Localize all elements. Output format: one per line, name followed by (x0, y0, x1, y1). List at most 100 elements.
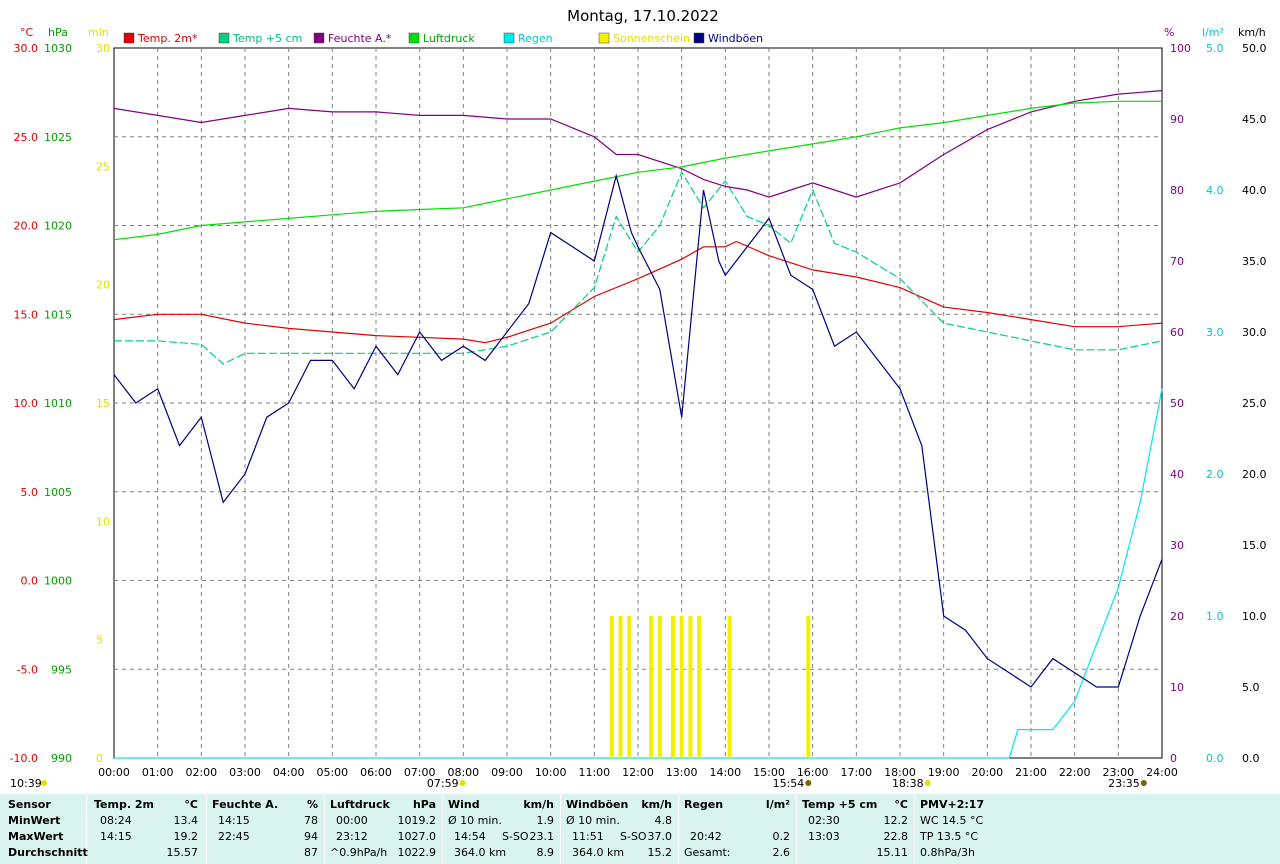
axis-tick-hum: 20 (1170, 610, 1184, 623)
axis-tick-time: 22:00 (1059, 766, 1091, 779)
axis-tick-pressure: 995 (51, 663, 72, 676)
stats-value: 1022.9 (397, 846, 437, 859)
axis-tick-time: 01:00 (142, 766, 174, 779)
stats-time: Ø 10 min. (566, 814, 620, 827)
axis-tick-temp: 5.0 (21, 486, 39, 499)
sunshine-bar (657, 616, 662, 758)
axis-tick-time: 21:00 (1015, 766, 1047, 779)
axis-tick-hum: 60 (1170, 326, 1184, 339)
stats-header-press: Luftdruck (330, 798, 390, 811)
axis-tick-sun: 15 (96, 397, 110, 410)
stats-value: 2.6 (772, 846, 791, 859)
axis-tick-wind: 10.0 (1242, 610, 1267, 623)
stats-col-pmv: PMV+2:17 WC 14.5 °C TP 13.5 °C 0.8hPa/3h (914, 794, 1034, 864)
axis-tick-time: 04:00 (273, 766, 305, 779)
stats-time: 14:15 (218, 814, 250, 827)
stats-pmv-wc: WC 14.5 °C (920, 814, 984, 827)
axis-tick-hum: 40 (1170, 468, 1184, 481)
sunshine-bar (688, 616, 693, 758)
axis-tick-rain: 1.0 (1206, 610, 1224, 623)
stats-col-rain: Regen l/m² 20:42 0.2 Gesamt: 2.6 (678, 794, 797, 864)
axis-tick-temp: 0.0 (21, 575, 39, 588)
stats-col-hum: Feuchte A. % 14:15 78 22:45 94 87 (206, 794, 325, 864)
axis-tick-hum: 10 (1170, 681, 1184, 694)
stats-time: 23:12 (336, 830, 368, 843)
weather-chart: Montag, 17.10.2022 Temp. 2m* Temp +5 cm Fe… (10, 7, 1267, 790)
axis-tick-wind: 40.0 (1242, 184, 1267, 197)
axis-tick-pressure: 1010 (44, 397, 72, 410)
marker-dot (805, 780, 812, 786)
legend: Temp. 2m* Temp +5 cm Feuchte A.* Luftdruck R… (123, 32, 763, 45)
stats-row-label: Durchschnitt (8, 846, 88, 859)
axis-tick-time: 20:00 (971, 766, 1003, 779)
stats-value: 23.1 (529, 830, 555, 843)
marker-dot (1140, 780, 1147, 786)
axis-tick-wind: 15.0 (1242, 539, 1267, 552)
axis-tick-time: 00:00 (98, 766, 130, 779)
stats-distance: 364.0 km (572, 846, 625, 859)
axis-tick-hum: 70 (1170, 255, 1184, 268)
stats-value: 94 (304, 830, 318, 843)
legend-label: Sonnenschein (613, 32, 690, 45)
axis-tick-hum: 30 (1170, 539, 1184, 552)
legend-swatch (408, 32, 420, 44)
axis-tick-time: 05:00 (316, 766, 348, 779)
axis-tick-sun: 20 (96, 279, 110, 292)
sunshine-bar (679, 616, 684, 758)
legend-swatch (218, 32, 230, 44)
stats-time: 00:00 (336, 814, 368, 827)
sunshine-bar (670, 616, 675, 758)
axis-unit-temp: °C (20, 26, 34, 39)
stats-unit-t5: °C (894, 798, 908, 811)
axis-tick-time: 09:00 (491, 766, 523, 779)
axis-tick-sun: 25 (96, 160, 110, 173)
axis-tick-time: 19:00 (928, 766, 960, 779)
stats-total-label: Gesamt: (684, 846, 731, 859)
axis-tick-rain: 3.0 (1206, 326, 1224, 339)
marker-time: 18:38 (892, 777, 924, 790)
stats-value: 1019.2 (397, 814, 437, 827)
stats-header-wind: Wind (448, 798, 480, 811)
stats-row-label: MaxWert (8, 830, 64, 843)
stats-direction: S-SO (620, 830, 647, 843)
stats-value: 78 (304, 814, 318, 827)
axis-unit-hum: % (1164, 26, 1174, 39)
stats-header-hum: Feuchte A. (212, 798, 279, 811)
stats-header-t5: Temp +5 cm (802, 798, 878, 811)
stats-value: 13.4 (173, 814, 199, 827)
axis-tick-rain: 2.0 (1206, 468, 1224, 481)
axis-tick-sun: 10 (96, 515, 110, 528)
axis-unit-rain: l/m² (1202, 26, 1224, 39)
sunshine-bar (618, 616, 623, 758)
stats-value: 19.2 (173, 830, 199, 843)
axis-tick-pressure: 1020 (44, 220, 72, 233)
stats-time: 02:30 (808, 814, 840, 827)
axis-tick-temp: 30.0 (14, 42, 39, 55)
axis-tick-wind: 0.0 (1242, 752, 1260, 765)
stats-col-wind: Wind km/h Ø 10 min. 1.9 14:54 S-SO 23.1 … (442, 794, 561, 864)
stats-value: 15.57 (166, 846, 199, 859)
axis-tick-time: 14:00 (709, 766, 741, 779)
stats-unit-wind: km/h (523, 798, 554, 811)
stats-pmv-trend: 0.8hPa/3h (920, 846, 976, 859)
sunshine-bar (649, 616, 654, 758)
axis-tick-wind: 25.0 (1242, 397, 1267, 410)
stats-value: 12.2 (883, 814, 909, 827)
legend-label: Feuchte A.* (328, 32, 392, 45)
stats-time: 13:03 (808, 830, 840, 843)
legend-swatch (598, 32, 610, 44)
stats-value: 1027.0 (397, 830, 437, 843)
stats-header-gust: Windböen (566, 798, 629, 811)
stats-unit-hum: % (306, 798, 318, 811)
stats-value: 0.2 (772, 830, 791, 843)
axis-tick-temp: 20.0 (14, 220, 39, 233)
stats-value: 1.9 (536, 814, 555, 827)
stats-header-temp: Temp. 2m (94, 798, 154, 811)
axis-tick-temp: -10.0 (10, 752, 38, 765)
legend-swatch (313, 32, 325, 44)
stats-unit-press: hPa (412, 798, 436, 811)
axis-tick-sun: 5 (96, 634, 103, 647)
stats-time: 14:15 (100, 830, 132, 843)
axis-unit-wind: km/h (1238, 26, 1266, 39)
axis-tick-hum: 100 (1170, 42, 1191, 55)
